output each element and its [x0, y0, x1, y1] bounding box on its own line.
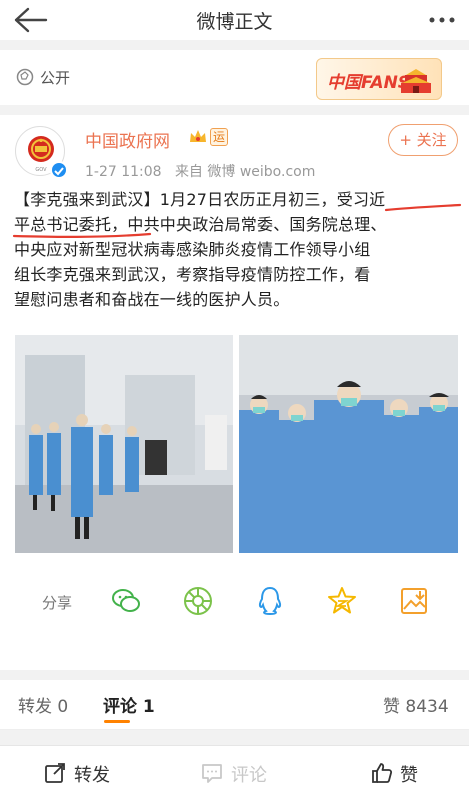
post-meta: 1-27 11:08 来自 微博 weibo.com: [85, 161, 315, 181]
share-label: 分享: [42, 594, 73, 612]
repost-button[interactable]: 转发: [74, 761, 110, 787]
post-photo-2[interactable]: [239, 335, 458, 553]
page-title: 微博正文: [196, 11, 273, 33]
comment-button[interactable]: 评论: [231, 761, 267, 787]
visibility-row: 公开 中国FANS: [0, 50, 469, 105]
tiananmen-icon: [401, 69, 431, 93]
author-name[interactable]: 中国政府网: [85, 127, 170, 152]
post-photo-1[interactable]: [15, 335, 233, 553]
svg-text:GOV: GOV: [35, 167, 47, 173]
qq-icon[interactable]: [254, 585, 286, 617]
vip-crown-icon: [190, 130, 206, 142]
post-line: 望慰问患者和奋战在一线的医护人员。: [14, 290, 290, 309]
china-fans-badge[interactable]: 中国FANS: [316, 58, 442, 100]
post-line: 组长李克强来到武汉，考察指导疫情防控工作，看: [14, 265, 371, 284]
operation-tag: 运: [210, 128, 228, 146]
public-globe-icon: [16, 68, 34, 86]
tab-likes[interactable]: 赞 8434: [383, 692, 449, 717]
comment-icon[interactable]: [200, 761, 224, 785]
save-image-icon[interactable]: [398, 585, 430, 617]
post-line: 【李克强来到武汉】1月27日农历正月初三，受习近: [14, 190, 386, 209]
moments-icon[interactable]: [182, 585, 214, 617]
wechat-icon[interactable]: [110, 585, 142, 617]
like-thumb-icon[interactable]: [370, 761, 394, 785]
post-line: 平总书记委托，中共中央政治局常委、国务院总理、: [14, 215, 387, 234]
more-options-icon[interactable]: [425, 6, 459, 34]
bottom-action-bar: 转发 评论 赞: [0, 745, 469, 800]
comment-tabs: 转发 0 评论 1 赞 8434: [0, 680, 469, 730]
visibility-label: 公开: [40, 69, 71, 87]
post-card: GOV 中国政府网 运 1-27 11:08 来自 微博 weibo.com +…: [0, 115, 469, 670]
post-time: 1-27 11:08: [85, 164, 162, 180]
like-button[interactable]: 赞: [400, 761, 418, 787]
top-nav: 微博正文: [0, 0, 469, 40]
qzone-icon[interactable]: [326, 585, 358, 617]
active-tab-indicator: [104, 720, 130, 723]
tab-comment[interactable]: 评论 1: [103, 692, 155, 717]
post-line: 中央应对新型冠状病毒感染肺炎疫情工作领导小组: [14, 240, 371, 259]
post-source[interactable]: 来自 微博 weibo.com: [175, 164, 315, 180]
post-body: 【李克强来到武汉】1月27日农历正月初三，受习近 平总书记委托，中共中央政治局常…: [14, 187, 464, 312]
repost-icon[interactable]: [43, 761, 67, 785]
photo-medical-staff: [239, 335, 458, 553]
tab-repost[interactable]: 转发 0: [18, 692, 68, 717]
fans-badge-text: 中国FANS: [327, 73, 411, 93]
verified-badge-icon: [50, 161, 68, 179]
follow-button[interactable]: + 关注: [388, 124, 458, 156]
photo-officials-room: [15, 335, 233, 553]
